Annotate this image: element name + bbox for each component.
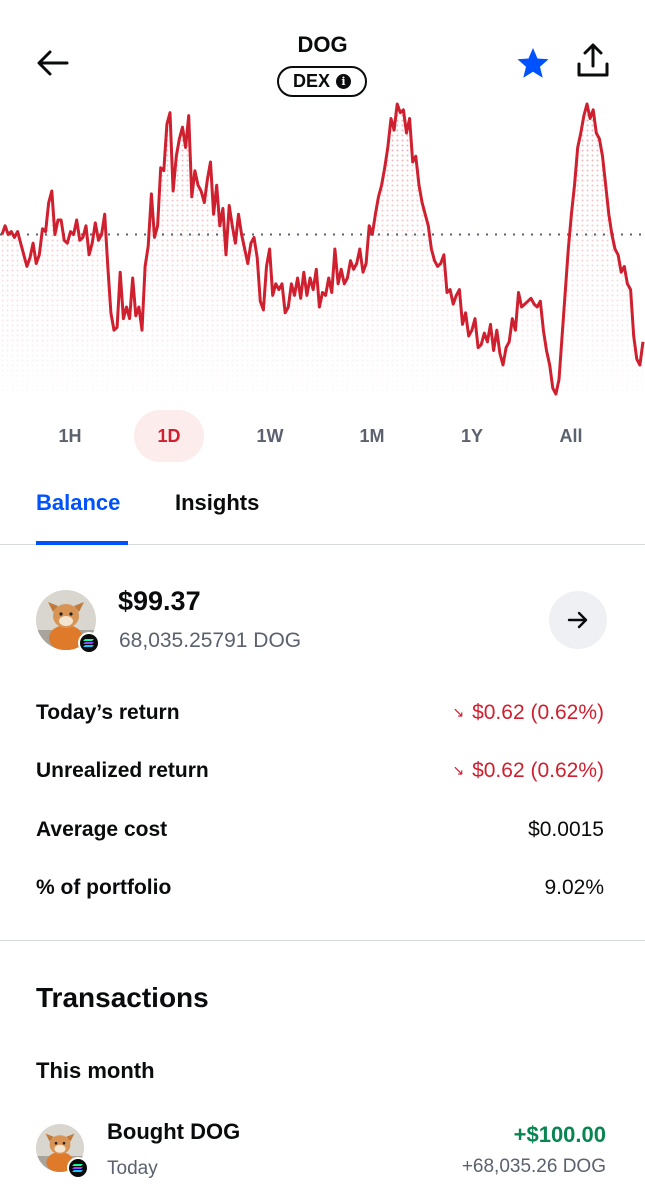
- share-button[interactable]: [572, 40, 614, 82]
- stat-value-portfolio-share: 9.02%: [544, 876, 604, 899]
- time-range-selector: 1H 1D 1W 1M 1Y All: [0, 410, 645, 462]
- solana-network-icon: [78, 632, 100, 654]
- tab-balance[interactable]: Balance: [36, 490, 120, 516]
- asset-header: DOG DEX i: [0, 0, 645, 100]
- range-1y[interactable]: 1Y: [437, 410, 507, 462]
- balance-quantity: 68,035.25791 DOG: [119, 629, 302, 652]
- dex-badge-label: DEX: [292, 71, 330, 91]
- transactions-heading: Transactions: [36, 982, 209, 1013]
- transaction-date: Today: [107, 1158, 158, 1179]
- transaction-quantity: +68,035.26 DOG: [461, 1156, 606, 1177]
- trend-down-icon: ↘: [452, 704, 465, 720]
- transaction-name: Bought DOG: [107, 1119, 241, 1144]
- trend-down-icon: ↘: [452, 762, 465, 778]
- stat-label-unrealized-return: Unrealized return: [36, 759, 209, 782]
- arrow-right-icon: [567, 611, 588, 629]
- range-1w[interactable]: 1W: [235, 410, 305, 462]
- stat-value-todays-return: ↘ $0.62 (0.62%): [452, 701, 604, 724]
- balance-details-button[interactable]: [549, 591, 607, 649]
- range-1m[interactable]: 1M: [337, 410, 407, 462]
- star-icon: [517, 48, 549, 78]
- transaction-row[interactable]: Bought DOG Today +$100.00 +68,035.26 DOG: [0, 1112, 645, 1192]
- stat-value-unrealized-return: ↘ $0.62 (0.62%): [452, 759, 604, 782]
- range-all[interactable]: All: [536, 410, 606, 462]
- stat-label-average-cost: Average cost: [36, 818, 168, 841]
- price-chart[interactable]: [0, 98, 645, 408]
- transaction-amount: +$100.00: [513, 1122, 606, 1147]
- section-tabs: Balance Insights: [0, 478, 645, 545]
- transactions-group-label: This month: [36, 1058, 155, 1083]
- solana-network-icon: [67, 1157, 89, 1179]
- stat-label-todays-return: Today’s return: [36, 701, 180, 724]
- dex-badge[interactable]: DEX i: [277, 66, 367, 97]
- stat-value-average-cost: $0.0015: [528, 818, 604, 841]
- balance-amount: $99.37: [118, 586, 201, 616]
- stat-label-portfolio-share: % of portfolio: [36, 876, 172, 899]
- balance-section: $99.37 68,035.25791 DOG Today’s return ↘…: [0, 546, 645, 941]
- info-icon: i: [336, 74, 351, 89]
- active-tab-indicator: [36, 541, 128, 545]
- range-1h[interactable]: 1H: [35, 410, 105, 462]
- range-1d[interactable]: 1D: [134, 410, 204, 462]
- share-icon: [577, 43, 609, 77]
- watchlist-star-button[interactable]: [513, 44, 553, 84]
- tab-insights[interactable]: Insights: [175, 490, 259, 516]
